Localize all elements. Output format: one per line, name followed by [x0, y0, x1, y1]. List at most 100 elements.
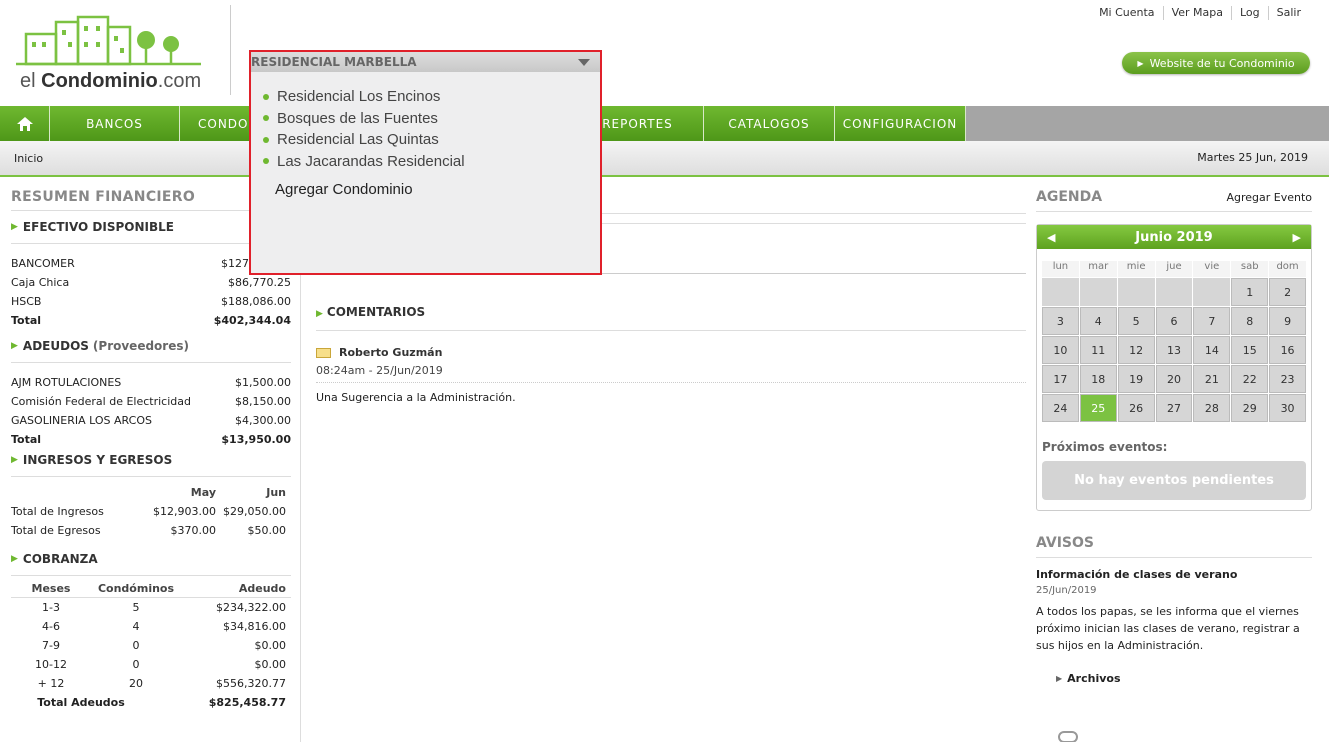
logo-text[interactable]: el Condominio.com — [20, 70, 201, 93]
total-amount: $825,458.77 — [208, 696, 286, 709]
triangle-right-icon: ▶ — [11, 455, 18, 465]
row-amount: $86,770.25 — [228, 276, 291, 289]
calendar-day[interactable]: 1 — [1231, 278, 1269, 306]
calendar-day[interactable]: 21 — [1193, 365, 1231, 393]
row-amount: $4,300.00 — [235, 414, 291, 427]
dropdown-item[interactable]: Bosques de las Fuentes — [263, 108, 600, 130]
calendar-day[interactable]: 8 — [1231, 307, 1269, 335]
website-button[interactable]: ▶ Website de tu Condominio — [1122, 52, 1310, 74]
adeudos-title[interactable]: ▶ ADEUDOS (Proveedores) — [11, 330, 291, 363]
nav-bancos[interactable]: BANCOS — [50, 106, 180, 141]
row-name: BANCOMER — [11, 257, 75, 270]
cell: 5 — [132, 601, 140, 614]
calendar-day[interactable]: 20 — [1155, 365, 1193, 393]
calendar-day[interactable]: 16 — [1269, 336, 1306, 364]
nav-home[interactable] — [0, 106, 50, 141]
dropdown-list: Residencial Los Encinos Bosques de las F… — [251, 86, 600, 172]
calendar-dow: sab — [1231, 261, 1269, 277]
link-log[interactable]: Log — [1230, 6, 1268, 20]
cell: $556,320.77 — [216, 677, 286, 690]
agenda-header: AGENDA Agregar Evento — [1036, 189, 1312, 212]
current-date: Martes 25 Jun, 2019 — [1197, 151, 1308, 164]
cell: $29,050.00 — [223, 505, 286, 518]
add-event-link[interactable]: Agregar Evento — [1226, 191, 1312, 204]
triangle-right-icon: ▶ — [11, 341, 18, 351]
list-item: HSCB $188,086.00 — [11, 292, 291, 311]
ingresos-title[interactable]: ▶ INGRESOS Y EGRESOS — [11, 449, 291, 477]
breadcrumb[interactable]: Inicio — [14, 152, 43, 165]
calendar-day[interactable]: 15 — [1231, 336, 1269, 364]
comment-text[interactable]: Una Sugerencia a la Administración. — [316, 391, 1026, 404]
nav-configuracion[interactable]: CONFIGURACION — [835, 106, 966, 141]
aviso-title[interactable]: Información de clases de verano — [1036, 568, 1312, 581]
calendar-day[interactable]: 2 — [1269, 278, 1306, 306]
calendar-empty-cell — [1155, 278, 1193, 306]
dropdown-header[interactable]: RESIDENCIAL MARBELLA — [251, 52, 600, 72]
condominio-dropdown[interactable]: RESIDENCIAL MARBELLA Residencial Los Enc… — [249, 50, 602, 275]
table-row: 10-12 0 $0.00 — [11, 655, 291, 674]
calendar-day[interactable]: 19 — [1117, 365, 1155, 393]
link-salir[interactable]: Salir — [1267, 6, 1309, 20]
calendar-day[interactable]: 10 — [1042, 336, 1079, 364]
prev-month-icon[interactable]: ◀ — [1047, 231, 1055, 244]
calendar-day[interactable]: 28 — [1193, 394, 1231, 422]
link-ver-mapa[interactable]: Ver Mapa — [1162, 6, 1231, 20]
calendar-day[interactable]: 26 — [1117, 394, 1155, 422]
calendar-dow: jue — [1155, 261, 1193, 277]
table-row: Total de Ingresos $12,903.00 $29,050.00 — [11, 502, 291, 521]
calendar-day[interactable]: 3 — [1042, 307, 1079, 335]
triangle-right-icon: ▶ — [11, 554, 18, 564]
calendar-day[interactable]: 5 — [1117, 307, 1155, 335]
dropdown-item[interactable]: Residencial Las Quintas — [263, 129, 600, 151]
row-name: Comisión Federal de Electricidad — [11, 395, 191, 408]
table-header: Meses Condóminos Adeudo — [11, 579, 291, 598]
calendar-day[interactable]: 23 — [1269, 365, 1306, 393]
logo-suffix: .com — [157, 70, 202, 92]
total-label: Total — [11, 433, 42, 446]
calendar-day[interactable]: 29 — [1231, 394, 1269, 422]
calendar-day[interactable]: 18 — [1079, 365, 1117, 393]
row-name: HSCB — [11, 295, 42, 308]
comentarios-title[interactable]: ▶ COMENTARIOS — [316, 305, 425, 319]
dropdown-selected: RESIDENCIAL MARBELLA — [251, 55, 417, 69]
calendar-day[interactable]: 12 — [1117, 336, 1155, 364]
calendar-empty-cell — [1079, 278, 1117, 306]
calendar-day[interactable]: 14 — [1193, 336, 1231, 364]
dropdown-item[interactable]: Residencial Los Encinos — [263, 86, 600, 108]
main-nav: BANCOS CONDO REPORTES CATALOGOS CONFIGUR… — [0, 106, 1329, 141]
cell: $34,816.00 — [223, 620, 286, 633]
calendar-day[interactable]: 13 — [1155, 336, 1193, 364]
calendar-day[interactable]: 24 — [1042, 394, 1079, 422]
cell: + 12 — [37, 677, 65, 690]
calendar-day[interactable]: 30 — [1269, 394, 1306, 422]
calendar-day[interactable]: 7 — [1193, 307, 1231, 335]
divider — [316, 330, 1026, 331]
comment-author[interactable]: Roberto Guzmán — [316, 346, 1026, 359]
ingresos-title-text: INGRESOS Y EGRESOS — [22, 453, 173, 467]
calendar-day[interactable]: 25 — [1079, 394, 1117, 422]
cobranza-title-text: COBRANZA — [22, 552, 98, 566]
calendar-day[interactable]: 4 — [1079, 307, 1117, 335]
cell: 1-3 — [42, 601, 60, 614]
nav-condominio[interactable]: CONDO — [180, 106, 250, 141]
calendar-day[interactable]: 27 — [1155, 394, 1193, 422]
dropdown-item[interactable]: Las Jacarandas Residencial — [263, 151, 600, 173]
archivos-toggle[interactable]: ▶ Archivos — [1036, 672, 1312, 685]
calendar-day[interactable]: 17 — [1042, 365, 1079, 393]
calendar-day[interactable]: 6 — [1155, 307, 1193, 335]
list-item: Caja Chica $86,770.25 — [11, 273, 291, 292]
total-amount: $13,950.00 — [221, 433, 291, 446]
nav-catalogos[interactable]: CATALOGOS — [704, 106, 835, 141]
triangle-right-icon: ▶ — [11, 222, 18, 232]
add-condominio-link[interactable]: Agregar Condominio — [251, 181, 600, 198]
calendar-day[interactable]: 9 — [1269, 307, 1306, 335]
link-mi-cuenta[interactable]: Mi Cuenta — [1091, 6, 1163, 20]
calendar-day[interactable]: 11 — [1079, 336, 1117, 364]
top-links: Mi Cuenta Ver Mapa Log Salir — [1091, 6, 1309, 20]
calendar-day[interactable]: 22 — [1231, 365, 1269, 393]
agenda-title: AGENDA — [1036, 189, 1103, 205]
row-name: GASOLINERIA LOS ARCOS — [11, 414, 152, 427]
next-month-icon[interactable]: ▶ — [1293, 231, 1301, 244]
cobranza-title[interactable]: ▶ COBRANZA — [11, 540, 291, 575]
cell: $50.00 — [247, 524, 287, 537]
